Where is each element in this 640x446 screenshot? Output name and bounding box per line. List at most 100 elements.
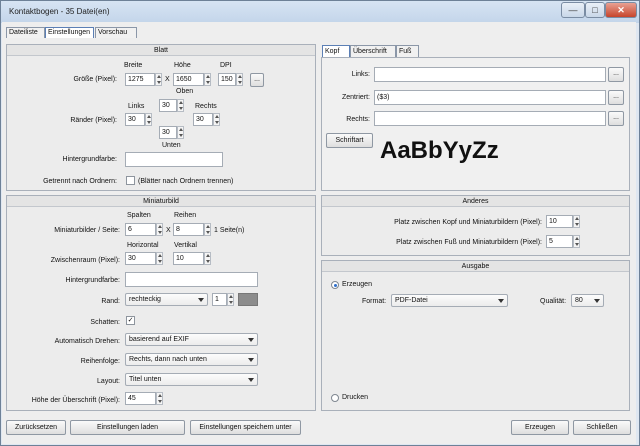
oben-input[interactable]: 30 [159, 99, 177, 112]
rechts-spinner[interactable] [213, 113, 220, 126]
kopf-links-button[interactable]: ... [608, 67, 624, 82]
blatt-bg-label: Hintergrundfarbe: [62, 156, 117, 163]
horizontal-input[interactable]: 30 [125, 252, 156, 265]
dpi-spinner[interactable] [236, 73, 243, 86]
unten-spinner[interactable] [177, 126, 184, 139]
format-select[interactable]: PDF-Datei [391, 294, 508, 307]
getrennt-checkbox[interactable] [126, 176, 135, 185]
einstellungen-speichern-button[interactable]: Einstellungen speichern unter [190, 420, 301, 435]
per-page-label: Miniaturbilder / Seite: [54, 227, 120, 234]
drehen-select[interactable]: basierend auf EXIF [125, 333, 258, 346]
chevron-down-icon [248, 378, 254, 382]
links-label: Links [128, 103, 145, 110]
format-label: Format: [362, 298, 387, 305]
seiten-count: 1 Seite(n) [214, 227, 245, 234]
drehen-value: basierend auf EXIF [129, 336, 189, 343]
layout-select[interactable]: Titel unten [125, 373, 258, 386]
spalten-input[interactable]: 6 [125, 223, 156, 236]
groesse-label: Größe (Pixel): [73, 76, 117, 83]
tab-einstellungen[interactable]: Einstellungen [45, 27, 94, 38]
hoehe-spinner[interactable] [204, 73, 211, 86]
zentriert-button[interactable]: ... [608, 90, 624, 105]
breite-spinner[interactable] [155, 73, 162, 86]
tab-vorschau[interactable]: Vorschau [95, 27, 137, 38]
vertikal-spinner[interactable] [204, 252, 211, 265]
layout-label: Layout: [97, 378, 120, 385]
erzeugen-radio[interactable] [331, 281, 339, 289]
horizontal-spinner[interactable] [156, 252, 163, 265]
unten-input[interactable]: 30 [159, 126, 177, 139]
fuss-abstand-spinner[interactable] [573, 235, 580, 248]
rand-label: Rand: [101, 298, 120, 305]
kopf-rechts-button[interactable]: ... [608, 111, 624, 126]
tab-dateiliste[interactable]: Dateiliste [6, 27, 45, 38]
reihen-spinner[interactable] [204, 223, 211, 236]
spalten-spinner[interactable] [156, 223, 163, 236]
kopf-rechts-input[interactable] [374, 111, 606, 126]
ueberschrift-hoehe-input[interactable]: 45 [125, 392, 156, 405]
reihen-input[interactable]: 8 [173, 223, 204, 236]
miniaturbild-title: Miniaturbild [7, 196, 315, 207]
zentriert-input[interactable]: ($3) [374, 90, 606, 105]
kopf-links-input[interactable] [374, 67, 606, 82]
mini-bg-label: Hintergrundfarbe: [65, 277, 120, 284]
reihenfolge-select[interactable]: Rechts, dann nach unten [125, 353, 258, 366]
rechts-input[interactable]: 30 [193, 113, 213, 126]
qualitaet-select[interactable]: 80 [571, 294, 604, 307]
horizontal-label: Horizontal [127, 242, 159, 249]
ueberschrift-hoehe-label: Höhe der Überschrift (Pixel): [31, 397, 120, 404]
rand-width-input[interactable]: 1 [212, 293, 227, 306]
links-input[interactable]: 30 [125, 113, 145, 126]
maximize-button[interactable]: □ [585, 2, 605, 18]
vertikal-label: Vertikal [174, 242, 197, 249]
anderes-title: Anderes [322, 196, 629, 207]
getrennt-text: (Blätter nach Ordnern trennen) [138, 178, 234, 185]
reihenfolge-value: Rechts, dann nach unten [129, 356, 207, 363]
raender-label: Ränder (Pixel): [70, 117, 117, 124]
schatten-checkbox[interactable]: ✓ [126, 316, 135, 325]
kopf-abstand-input[interactable]: 10 [546, 215, 573, 228]
drucken-radio[interactable] [331, 394, 339, 402]
close-button[interactable]: ✕ [605, 2, 637, 18]
kopf-abstand-label: Platz zwischen Kopf und Miniaturbildern … [394, 219, 542, 226]
title-bar[interactable]: Kontaktbogen - 35 Datei(en) — □ ✕ [1, 1, 639, 23]
chevron-down-icon [198, 298, 204, 302]
schriftart-button[interactable]: Schriftart [326, 133, 373, 148]
rand-color-swatch[interactable] [238, 293, 258, 306]
getrennt-label: Getrennt nach Ordnern: [43, 178, 117, 185]
einstellungen-laden-button[interactable]: Einstellungen laden [70, 420, 185, 435]
spalten-label: Spalten [127, 212, 151, 219]
mini-bg-color[interactable] [125, 272, 258, 287]
font-preview: AaBbYyZz [380, 137, 499, 164]
size-preset-button[interactable]: ... [250, 73, 264, 87]
chevron-down-icon [594, 299, 600, 303]
links-spinner[interactable] [145, 113, 152, 126]
minimize-button[interactable]: — [561, 2, 585, 18]
layout-value: Titel unten [129, 376, 162, 383]
vertikal-input[interactable]: 10 [173, 252, 204, 265]
drucken-radio-label: Drucken [342, 394, 369, 401]
erzeugen-radio-label: Erzeugen [342, 281, 372, 288]
ueberschrift-hoehe-spinner[interactable] [156, 392, 163, 405]
reihenfolge-label: Reihenfolge: [80, 358, 120, 365]
zwischenraum-label: Zwischenraum (Pixel): [50, 257, 120, 264]
hoehe-input[interactable]: 1650 [173, 73, 204, 86]
rand-select[interactable]: rechteckig [125, 293, 208, 306]
dpi-input[interactable]: 150 [218, 73, 236, 86]
kopf-rechts-label: Rechts: [346, 116, 370, 123]
blatt-bg-color[interactable] [125, 152, 223, 167]
unten-label: Unten [162, 142, 181, 149]
ausgabe-title: Ausgabe [322, 261, 629, 272]
breite-input[interactable]: 1275 [125, 73, 155, 86]
erzeugen-button[interactable]: Erzeugen [511, 420, 569, 435]
hoehe-label: Höhe [174, 62, 191, 69]
per-page-x-label: X [166, 227, 171, 234]
oben-label: Oben [176, 88, 194, 95]
rand-width-spinner[interactable] [227, 293, 234, 306]
zuruecksetzen-button[interactable]: Zurücksetzen [6, 420, 66, 435]
kopf-abstand-spinner[interactable] [573, 215, 580, 228]
fuss-abstand-input[interactable]: 5 [546, 235, 573, 248]
oben-spinner[interactable] [177, 99, 184, 112]
schliessen-button[interactable]: Schließen [573, 420, 631, 435]
kopf-links-label: Links: [351, 71, 370, 78]
